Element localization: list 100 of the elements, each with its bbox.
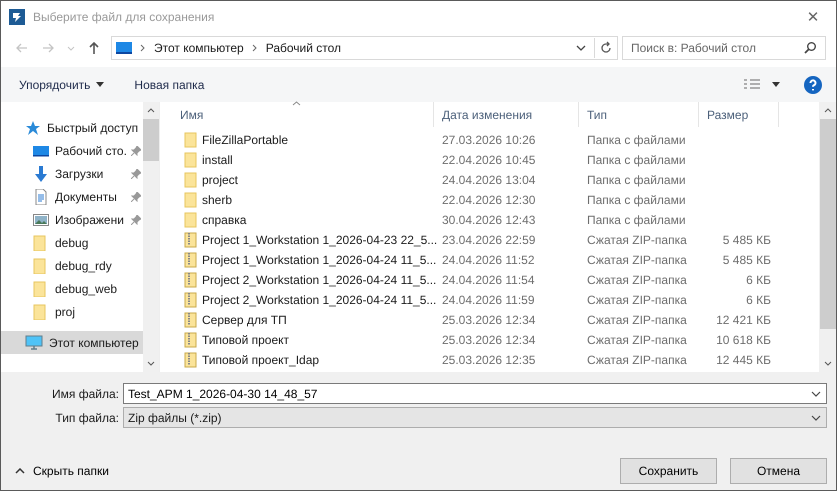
zip-folder-icon	[184, 332, 198, 348]
modified-date: 24.04.2026 11:59	[442, 293, 535, 307]
column-header[interactable]: Тип	[579, 102, 699, 127]
scrollbar[interactable]	[143, 102, 159, 372]
hide-folders-button[interactable]: Скрыть папки	[1, 463, 115, 479]
file-name-field[interactable]: Test_APM 1_2026-04-30 14_48_57	[123, 383, 827, 404]
zip-folder-icon	[184, 352, 198, 368]
app-icon	[9, 9, 25, 25]
zip-folder-icon	[184, 312, 198, 328]
address-bar[interactable]: Этот компьютер Рабочий стол	[111, 36, 618, 60]
document-icon	[33, 188, 49, 204]
field-label: Имя файла:	[51, 386, 120, 400]
sidebar-item[interactable]: Быстрый доступ	[1, 116, 143, 139]
sidebar-item[interactable]: debug_web	[1, 277, 143, 300]
chevron-down-icon	[811, 414, 821, 420]
column-header[interactable]: Размер	[699, 102, 779, 127]
search-field[interactable]: Поиск в: Рабочий стол	[622, 36, 826, 60]
caret-icon	[96, 82, 104, 87]
breadcrumb[interactable]: Этот компьютер	[154, 41, 244, 55]
sidebar-item[interactable]: debug	[1, 231, 143, 254]
computer-icon	[25, 334, 43, 350]
field-label: Тип файла:	[54, 410, 120, 424]
help-icon[interactable]	[804, 76, 822, 94]
download-arrow-icon	[33, 166, 49, 182]
chevron-right-icon	[140, 44, 146, 52]
save-button[interactable]: Сохранить	[620, 458, 717, 484]
new-folder-button[interactable]: Новая папка	[126, 74, 212, 96]
chevron-down-icon[interactable]	[576, 44, 586, 52]
sidebar-item[interactable]: proj	[1, 300, 143, 323]
chevron-down-icon[interactable]	[824, 361, 832, 366]
file-name[interactable]: Project 1_Workstation 1_2026-04-24 11_5...	[202, 253, 436, 267]
chevron-down-icon	[811, 390, 821, 396]
modified-date: 25.03.2026 12:34	[442, 333, 536, 347]
scrollbar-thumb[interactable]	[820, 119, 836, 329]
file-type: Сжатая ZIP-папка	[587, 333, 687, 347]
view-options-icon[interactable]	[744, 78, 760, 90]
folder-icon	[184, 192, 198, 208]
modified-date: 24.04.2026 11:54	[442, 273, 535, 287]
modified-date: 23.04.2026 22:59	[442, 233, 536, 247]
file-name[interactable]: sherb	[202, 193, 232, 207]
cancel-button[interactable]: Отмена	[730, 458, 827, 484]
modified-date: 22.04.2026 10:45	[442, 153, 536, 167]
star-icon	[25, 120, 41, 136]
file-type: Папка с файлами	[587, 193, 686, 207]
file-name[interactable]: install	[202, 153, 233, 167]
modified-date: 24.04.2026 13:04	[442, 173, 536, 187]
zip-folder-icon	[184, 272, 198, 288]
file-type-dropdown[interactable]: Zip файлы (*.zip)	[123, 407, 827, 428]
breadcrumb[interactable]: Рабочий стол	[266, 41, 342, 55]
folder-icon	[184, 132, 198, 148]
chevron-up-icon[interactable]	[824, 108, 832, 113]
file-name[interactable]: Project 2_Workstation 1_2026-04-24 11_5...	[202, 273, 436, 287]
sidebar-item[interactable]: Рабочий сто.	[1, 139, 143, 162]
search-icon	[803, 41, 817, 55]
up-arrow-icon[interactable]	[87, 41, 101, 55]
file-type: Сжатая ZIP-папка	[587, 233, 687, 247]
modified-date: 25.03.2026 12:34	[442, 313, 536, 327]
chevron-right-icon	[252, 44, 258, 52]
window-title: Выберите файл для сохранения	[33, 10, 214, 24]
monitor-icon	[116, 42, 132, 54]
scrollbar[interactable]	[819, 102, 836, 372]
chevron-up-icon[interactable]	[147, 108, 155, 113]
organize-button[interactable]: Упорядочить	[11, 74, 112, 96]
column-header[interactable]: Имя	[172, 102, 434, 127]
sidebar-item[interactable]: debug_rdy	[1, 254, 143, 277]
file-type: Папка с файлами	[587, 153, 686, 167]
modified-date: 30.04.2026 12:43	[442, 213, 536, 227]
file-size: 6 КБ	[746, 293, 771, 307]
file-size: 12 445 КБ	[716, 353, 771, 367]
file-name[interactable]: Project 2_Workstation 1_2026-04-24 11_5...	[202, 293, 436, 307]
file-name[interactable]: Типовой проект	[202, 333, 290, 347]
file-name[interactable]: Project 1_Workstation 1_2026-04-23 22_5...	[202, 233, 438, 247]
chevron-down-icon[interactable]	[147, 361, 155, 366]
file-size: 10 618 КБ	[716, 333, 771, 347]
scrollbar-thumb[interactable]	[143, 119, 159, 161]
file-type: Сжатая ZIP-папка	[587, 313, 687, 327]
folder-icon	[184, 172, 198, 188]
chevron-up-icon	[15, 468, 25, 474]
caret-icon[interactable]	[772, 82, 780, 87]
zip-folder-icon	[184, 252, 198, 268]
sidebar-item[interactable]: Документы	[1, 185, 143, 208]
sidebar-item[interactable]: Изображени	[1, 208, 143, 231]
file-name[interactable]: FileZillaPortable	[202, 133, 288, 147]
file-type: Папка с файлами	[587, 213, 686, 227]
file-name[interactable]: project	[202, 173, 238, 187]
file-name[interactable]: Сервер для ТП	[202, 313, 287, 327]
file-type: Сжатая ZIP-папка	[587, 273, 687, 287]
file-size: 5 485 КБ	[722, 233, 771, 247]
sidebar-item[interactable]: Этот компьютер	[1, 331, 143, 354]
file-type: Сжатая ZIP-папка	[587, 253, 687, 267]
sidebar-item[interactable]: Загрузки	[1, 162, 143, 185]
modified-date: 24.04.2026 11:52	[442, 253, 535, 267]
file-size: 6 КБ	[746, 273, 771, 287]
folder-icon	[184, 152, 198, 168]
file-type: Папка с файлами	[587, 173, 686, 187]
file-name[interactable]: справка	[202, 213, 246, 227]
close-button[interactable]: ✕	[790, 1, 836, 33]
modified-date: 22.04.2026 12:30	[442, 193, 536, 207]
file-name[interactable]: Типовой проект_Idap	[202, 353, 320, 367]
column-header[interactable]: Дата изменения	[434, 102, 579, 127]
